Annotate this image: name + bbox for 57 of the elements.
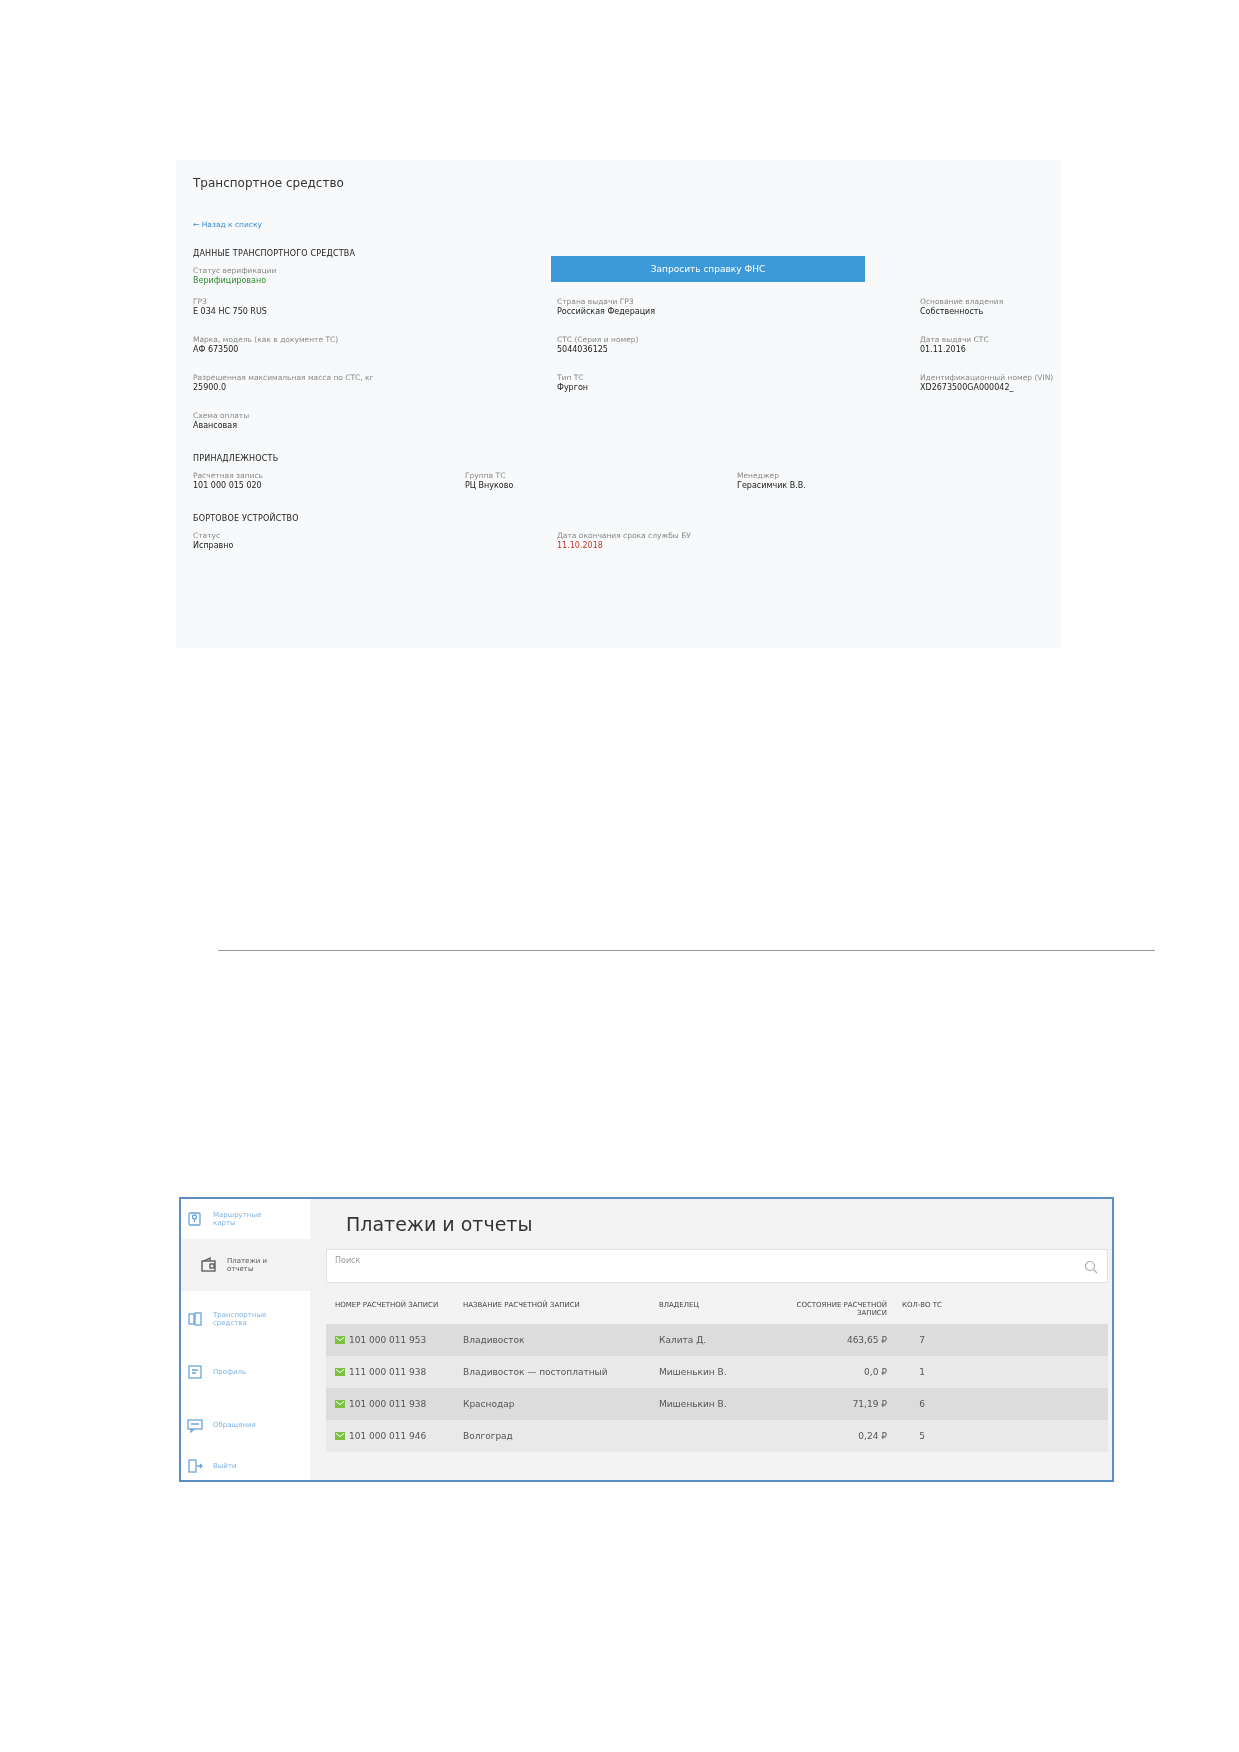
envelope-icon xyxy=(335,1368,345,1376)
field-value: АФ 673500 xyxy=(193,345,240,354)
table-cell: 101 000 011 953 xyxy=(349,1335,427,1345)
field-value: 5044036125 xyxy=(557,345,609,354)
search-icon[interactable] xyxy=(1084,1260,1098,1274)
table-cell-text: 463,65 ₽ xyxy=(845,1335,888,1345)
envelope-icon xyxy=(335,1400,345,1408)
table-cell-text: Владивосток xyxy=(463,1335,526,1345)
map-pin-icon xyxy=(187,1211,203,1227)
table-row[interactable]: 101 000 011 953 Владивосток Калита Д. 463,65 ₽ 7 xyxy=(326,1324,1108,1356)
table-row[interactable]: 111 000 011 938 Владивосток — постоплатный Мишенькин В. 0,0 ₽ 1 xyxy=(326,1356,1108,1388)
field-value: Верифицировано xyxy=(193,276,268,285)
field-value: Исправно xyxy=(193,541,235,550)
table-cell-text: 1 xyxy=(918,1367,926,1377)
table-row[interactable]: 101 000 011 938 Краснодар Мишенькин В. 71,19 ₽ 6 xyxy=(326,1388,1108,1420)
wallet-icon xyxy=(201,1257,217,1273)
table-cell-text: Мишенькин В. xyxy=(659,1367,728,1377)
profile-icon xyxy=(187,1364,203,1380)
section-heading: ПРИНАДЛЕЖНОСТЬ xyxy=(193,454,280,463)
table-cell: 101 000 011 946 xyxy=(349,1431,427,1441)
table-cell-text: 7 xyxy=(918,1335,926,1345)
table-cell-text: 6 xyxy=(918,1399,926,1409)
field-value: 11.10.2018 xyxy=(557,541,604,550)
page-title: Транспортное средство xyxy=(193,176,345,190)
field-value: Герасимчик В.В. xyxy=(737,481,807,490)
field-value: 01.11.2016 xyxy=(920,345,967,354)
table-cell-text: 0,0 ₽ xyxy=(863,1367,888,1377)
section-heading: БОРТОВОЕ УСТРОЙСТВО xyxy=(193,514,300,523)
section-heading: ДАННЫЕ ТРАНСПОРТНОГО СРЕДСТВА xyxy=(193,249,357,258)
field-value: Российская Федерация xyxy=(557,307,657,316)
table-cell-text: Волгоград xyxy=(463,1431,514,1441)
table-cell-text: 0,24 ₽ xyxy=(857,1431,888,1441)
table-cell-text: Мишенькин В. xyxy=(659,1399,728,1409)
table-cell-text: 71,19 ₽ xyxy=(851,1399,888,1409)
field-value: Собственность xyxy=(920,307,985,316)
message-icon xyxy=(187,1416,203,1433)
envelope-icon xyxy=(335,1432,345,1440)
table-cell-text: 5 xyxy=(918,1431,926,1441)
field-value: XD2673500GA000042_ xyxy=(920,383,1015,392)
field-value: Е 034 НС 750 RUS xyxy=(193,307,268,316)
table-row[interactable]: 101 000 011 946 Волгоград 0,24 ₽ 5 xyxy=(326,1420,1108,1452)
table-cell-text: Калита Д. xyxy=(659,1335,708,1345)
logout-icon xyxy=(187,1457,203,1474)
table-cell: 111 000 011 938 xyxy=(349,1367,427,1377)
field-value: РЦ Внуково xyxy=(465,481,515,490)
table-cell-text: Владивосток — постоплатный xyxy=(463,1367,609,1377)
table-cell-text: Краснодар xyxy=(463,1399,516,1409)
screen-title: Платежи и отчеты xyxy=(346,1213,534,1235)
field-value: Фургон xyxy=(557,383,590,392)
table-cell: 101 000 011 938 xyxy=(349,1399,427,1409)
field-value: Авансовая xyxy=(193,421,239,430)
envelope-icon xyxy=(335,1336,345,1344)
search-field[interactable]: Поиск xyxy=(326,1249,1108,1283)
request-button[interactable]: Запросить справку ФНС xyxy=(551,256,865,282)
field-value: 25900.0 xyxy=(193,383,228,392)
field-value: 101 000 015 020 xyxy=(193,481,263,490)
document-icon xyxy=(187,1310,203,1327)
